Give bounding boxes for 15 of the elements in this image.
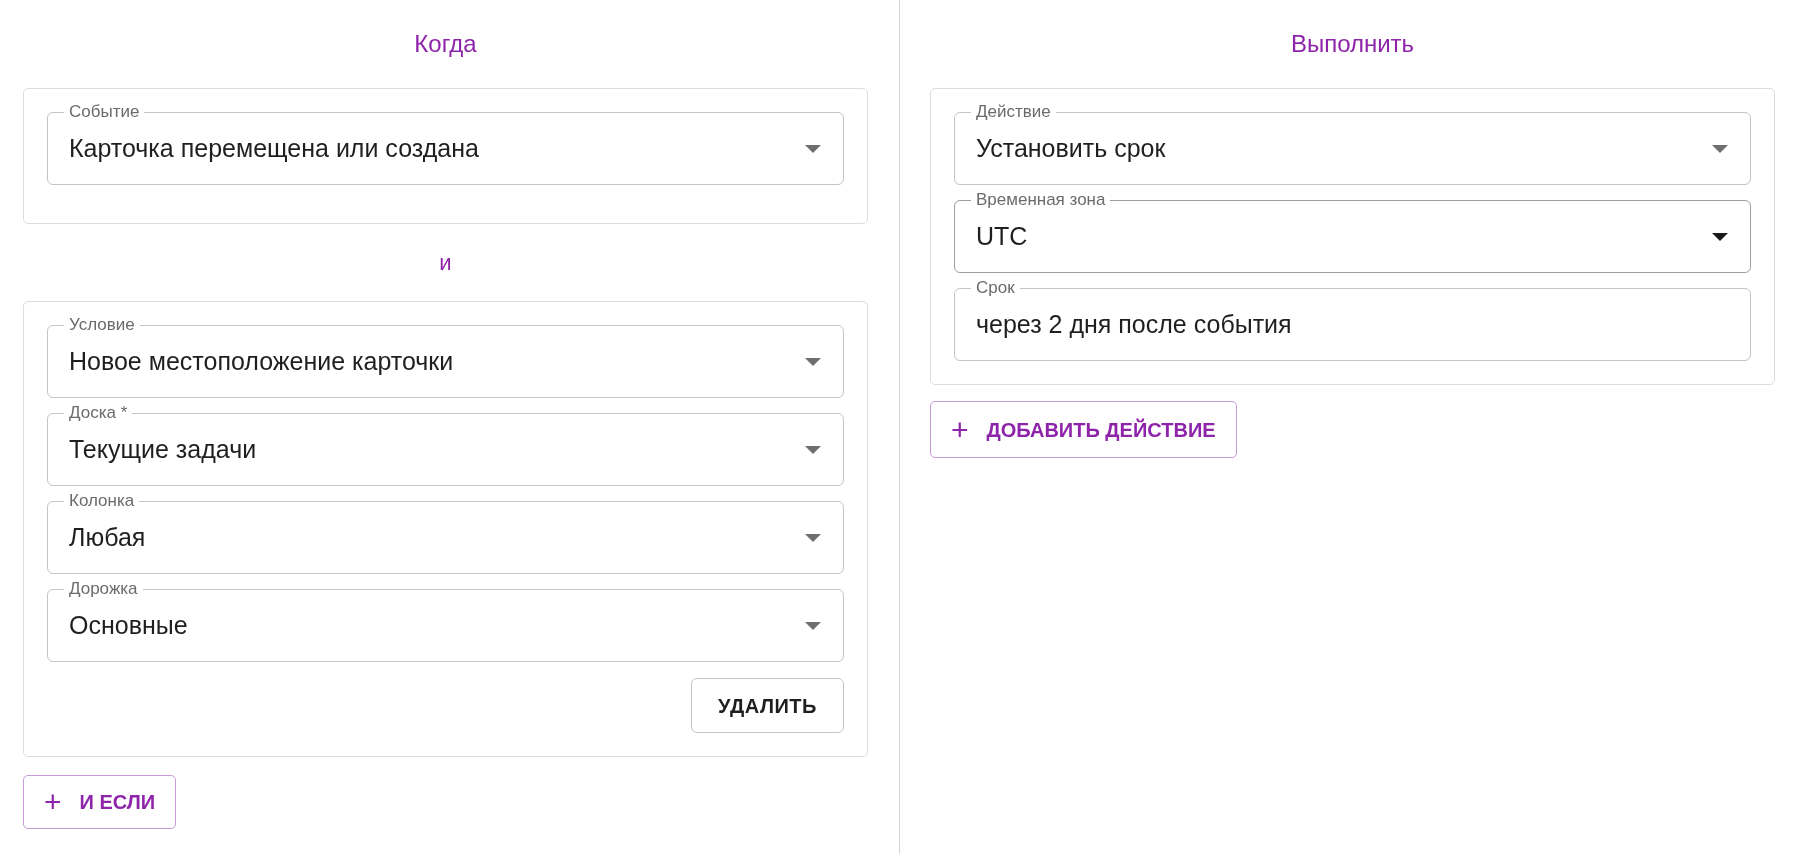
plus-icon: + (44, 787, 62, 817)
caret-icon (1712, 144, 1728, 153)
add-button[interactable]: + ДОБАВИТЬ ДЕЙСТВИЕ (930, 401, 1237, 458)
caret-icon (805, 621, 821, 630)
caret-icon (805, 144, 821, 153)
caret-icon (805, 445, 821, 454)
caret-icon (1712, 232, 1728, 241)
caret-icon (805, 533, 821, 542)
section-heading: Когда (414, 29, 477, 59)
delete-button[interactable]: УДАЛИТЬ (691, 678, 844, 733)
plus-icon: + (951, 414, 969, 445)
caret-icon (805, 357, 821, 366)
joiner-text: и (439, 249, 452, 277)
add-button[interactable]: + И ЕСЛИ (23, 775, 177, 829)
section-heading: Выполнить (1290, 29, 1415, 59)
